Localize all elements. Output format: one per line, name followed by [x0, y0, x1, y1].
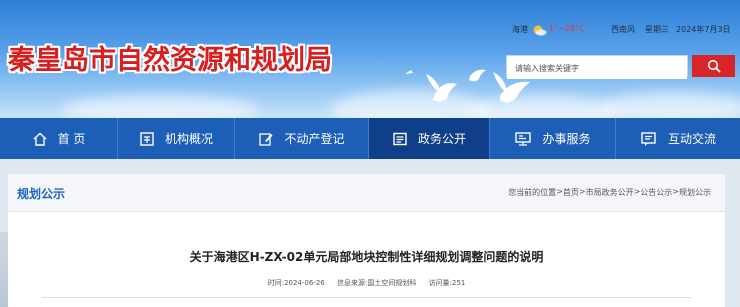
- breadcrumb-separator: >: [556, 187, 563, 196]
- breadcrumb: 您当前的位置 > 首页 > 市局政务公开 > 公告公示 > 规划公示: [508, 187, 711, 198]
- breadcrumb-item-home[interactable]: 首页: [563, 187, 579, 198]
- view-count: 访问量:251: [429, 279, 466, 287]
- weather-city: 海港: [512, 25, 528, 34]
- info-source-value: 国土空间规划科: [367, 279, 417, 287]
- nav-item-services[interactable]: 办事服务: [490, 118, 616, 159]
- side-decoration: [0, 232, 8, 307]
- weather-temp: 1°~28°C: [549, 24, 585, 33]
- main-nav: 首 页 机构概况 不动产登记 政务公开 办事服务 互动交流: [0, 118, 740, 159]
- info-source: 信息来源:国土空间规划科: [337, 279, 416, 287]
- view-count-value: 251: [451, 279, 466, 287]
- chat-icon: [641, 131, 656, 146]
- nav-item-property[interactable]: 不动产登记: [235, 118, 369, 159]
- edit-icon: [259, 132, 273, 146]
- date: 2024年7月3日: [676, 25, 731, 34]
- nav-item-label: 不动产登记: [284, 132, 345, 146]
- nav-item-label: 首 页: [57, 132, 86, 146]
- nav-item-label: 互动交流: [667, 132, 716, 146]
- cloud-decoration: [60, 95, 260, 118]
- content-panel: 规划公示 您当前的位置 > 首页 > 市局政务公开 > 公告公示 > 规划公示 …: [8, 174, 725, 307]
- page: 秦皇岛市自然资源和规划局 海港 1°~28°C 西南风 星期三 2024年7月3…: [0, 0, 740, 307]
- publish-time-label: 时间:: [267, 279, 285, 287]
- header-banner: 秦皇岛市自然资源和规划局 海港 1°~28°C 西南风 星期三 2024年7月3…: [0, 0, 740, 118]
- home-icon: [33, 132, 47, 146]
- divider: [42, 297, 692, 298]
- nav-item-home[interactable]: 首 页: [0, 118, 118, 159]
- org-icon: [140, 131, 154, 146]
- breadcrumb-separator: >: [633, 187, 641, 196]
- section-header: 规划公示 您当前的位置 > 首页 > 市局政务公开 > 公告公示 > 规划公示: [8, 174, 725, 212]
- nav-item-org[interactable]: 机构概况: [118, 118, 235, 159]
- section-title: 规划公示: [17, 187, 66, 201]
- weather-sun-cloud-icon: [533, 25, 547, 36]
- breadcrumb-item-gov-affairs[interactable]: 市局政务公开: [586, 187, 634, 198]
- nav-item-label: 办事服务: [542, 132, 591, 146]
- breadcrumb-item-planning[interactable]: 规划公示: [679, 187, 711, 198]
- article-meta: 时间:2024-06-26 信息来源:国土空间规划科 访问量:251: [8, 278, 725, 288]
- breadcrumb-prefix: 您当前的位置: [508, 188, 557, 197]
- view-count-label: 访问量:: [428, 279, 452, 287]
- nav-item-label: 政务公开: [417, 132, 466, 146]
- search-button[interactable]: [692, 55, 735, 77]
- publish-time-value: 2024-06-26: [284, 279, 325, 287]
- breadcrumb-item-notices[interactable]: 公告公示: [640, 187, 672, 198]
- weather-wind: 西南风: [611, 25, 635, 34]
- nav-item-label: 机构概况: [164, 132, 213, 146]
- search-icon: [707, 59, 720, 73]
- breadcrumb-separator: >: [578, 187, 586, 196]
- nav-item-interaction[interactable]: 互动交流: [616, 118, 740, 159]
- info-source-label: 信息来源:: [336, 279, 368, 287]
- site-title[interactable]: 秦皇岛市自然资源和规划局: [8, 38, 332, 77]
- service-icon: [515, 131, 532, 146]
- publish-time: 时间:2024-06-26: [268, 279, 325, 287]
- search-input[interactable]: [507, 58, 687, 79]
- document-icon: [393, 132, 407, 145]
- article-title: 关于海港区H-ZX-02单元局部地块控制性详细规划调整问题的说明: [189, 250, 544, 264]
- breadcrumb-separator: >: [672, 187, 679, 196]
- search-box: [506, 55, 688, 79]
- weekday: 星期三: [645, 25, 669, 34]
- cloud-decoration: [600, 92, 740, 118]
- nav-item-gov-affairs[interactable]: 政务公开: [369, 118, 490, 159]
